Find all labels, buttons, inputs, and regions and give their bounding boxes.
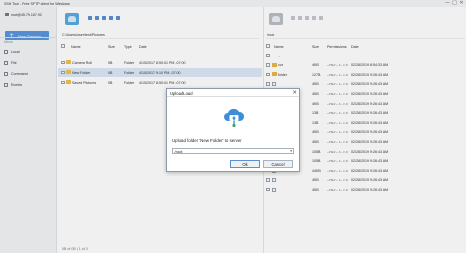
cloud-upload-icon xyxy=(224,108,245,128)
dialog-message: Upload folder 'New Folder' to server xyxy=(172,138,242,143)
destination-select[interactable]: /root ▾ xyxy=(172,148,294,154)
dialog-titlebar: UploadLoad ✕ xyxy=(167,89,299,97)
dialog-close-button[interactable]: ✕ xyxy=(292,90,297,96)
dialog-title: UploadLoad xyxy=(170,91,193,96)
chevron-down-icon: ▾ xyxy=(290,149,292,153)
cancel-button[interactable]: Cancel xyxy=(263,160,293,168)
ok-button[interactable]: Ok xyxy=(230,160,260,168)
upload-dialog: UploadLoad ✕ Upload folder 'New Folder' … xyxy=(166,88,300,172)
destination-value: /root xyxy=(174,149,183,154)
